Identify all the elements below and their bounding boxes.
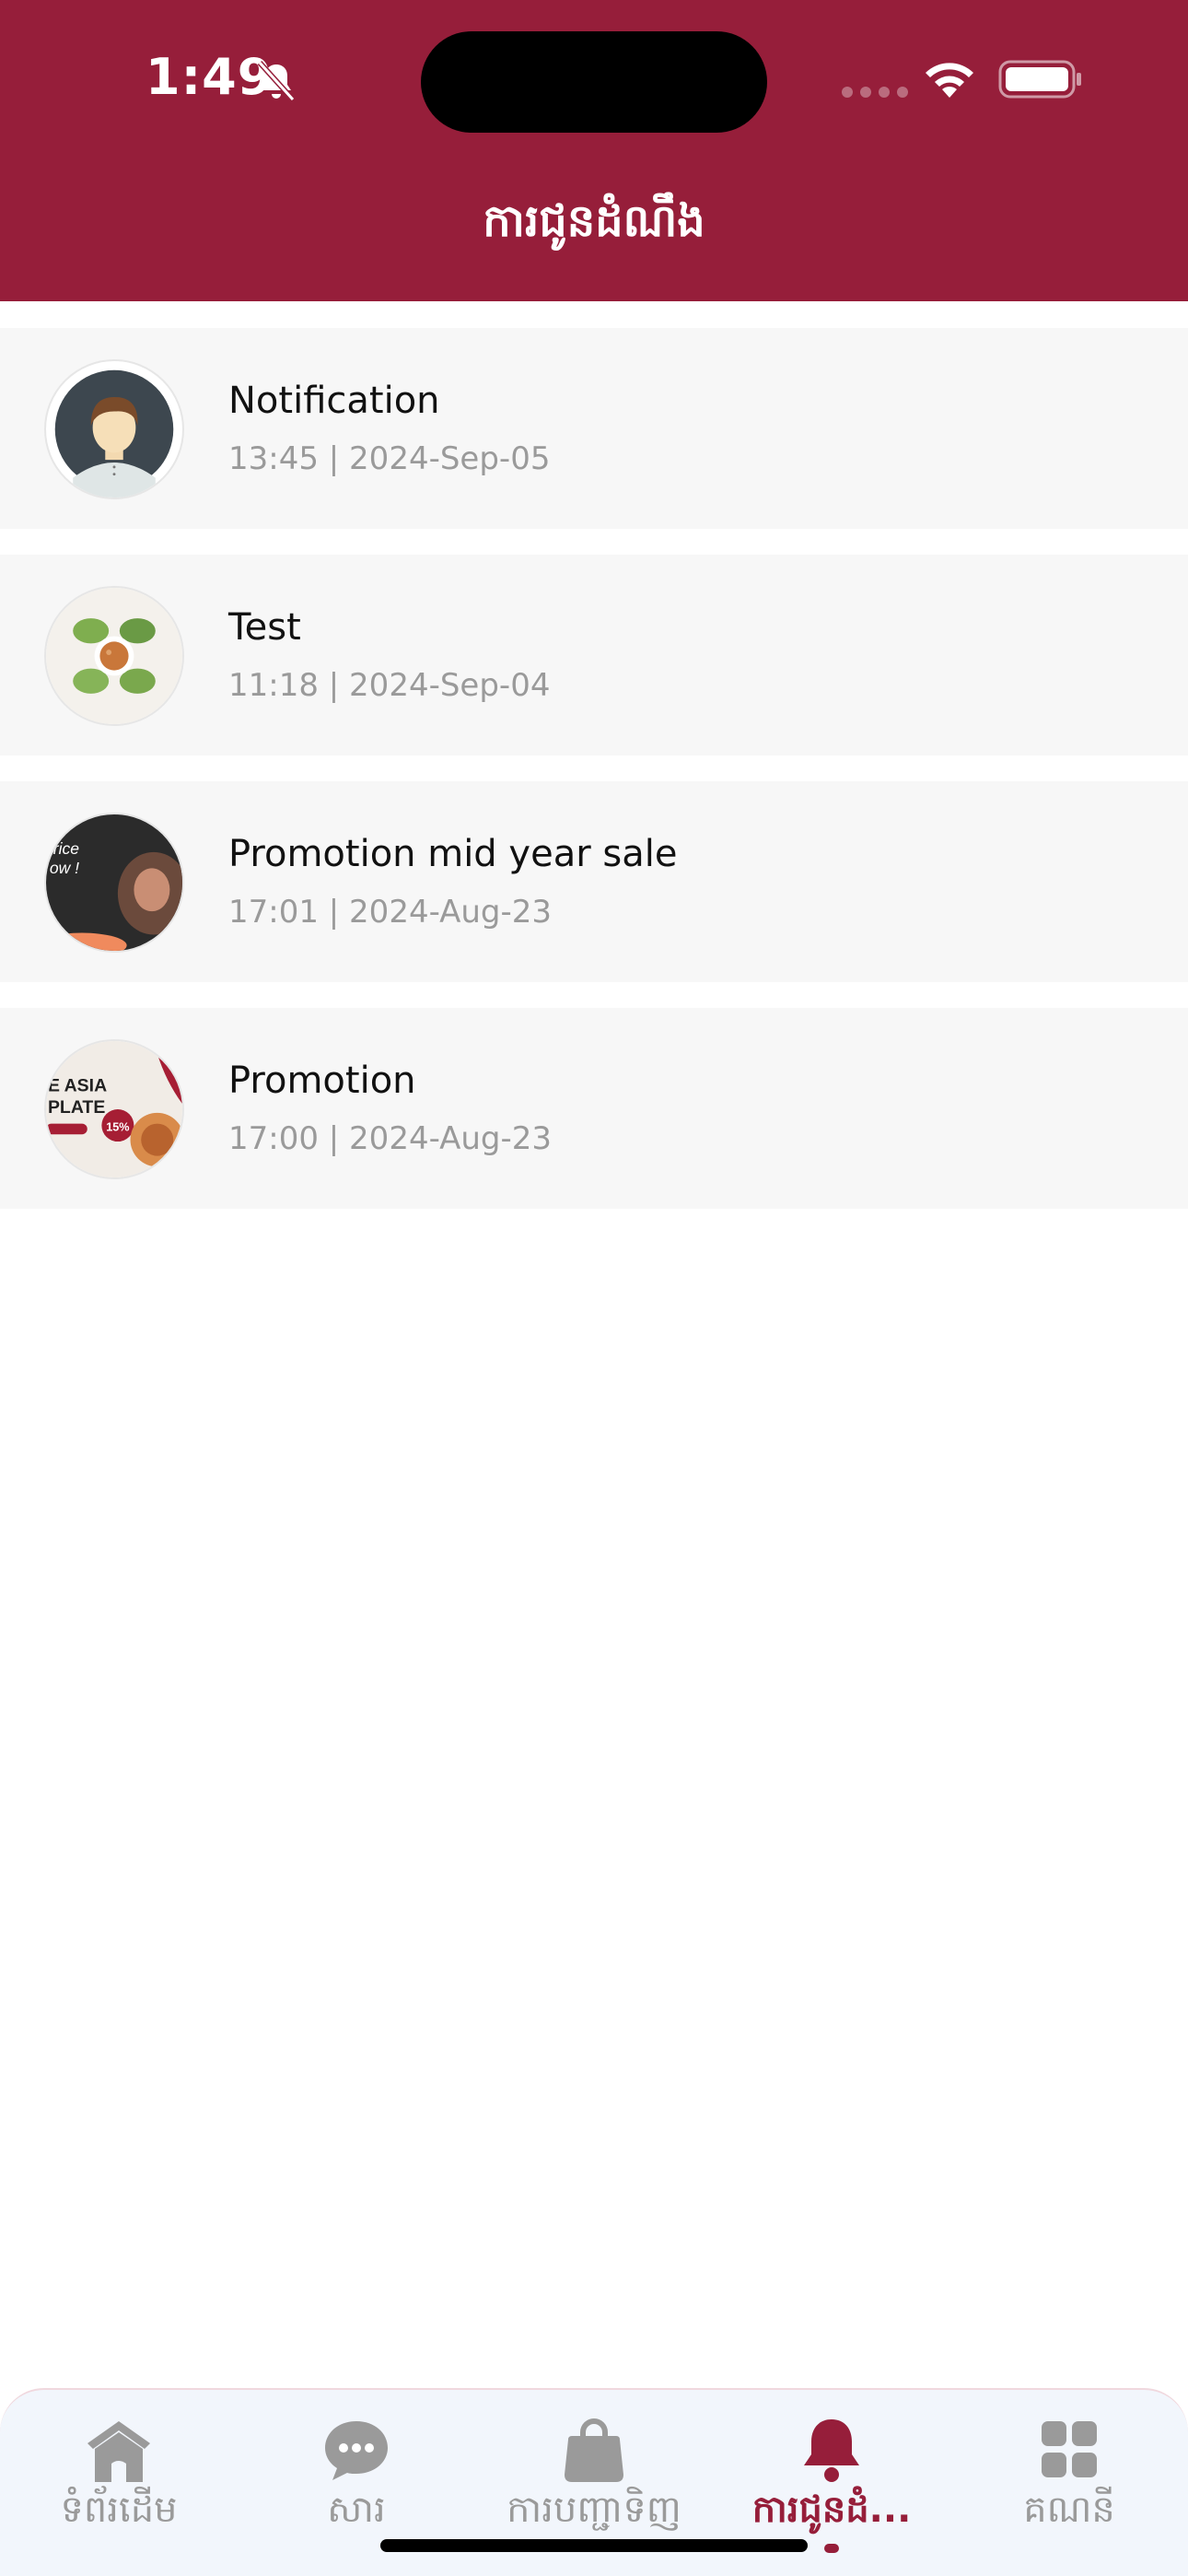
battery-icon [998,60,1081,99]
promo-plate-image: E ASIA PLATE 15% [44,1039,184,1179]
promo-image: rice ow ! [44,813,184,953]
bag-icon [565,2418,623,2482]
notification-title: Promotion mid year sale [228,833,678,875]
wifi-icon [926,63,973,98]
promo-thumb-text: 15% [106,1120,129,1133]
page-title: ការជូនដំណឹង [483,195,705,247]
promo-thumb-text: rice [53,839,79,858]
promo-thumb-text: E ASIA [48,1076,107,1096]
tab-messages[interactable]: សារ [250,2418,462,2540]
notification-item[interactable]: Notification 13:45 | 2024-Sep-05 [0,328,1188,529]
dynamic-island [421,31,767,133]
grid-icon [1042,2421,1097,2477]
food-plate-image [44,586,184,726]
notification-list: Notification 13:45 | 2024-Sep-05 Test 11… [0,328,1188,1235]
notification-timestamp: 17:00 | 2024-Aug-23 [228,1120,553,1157]
tab-label: គណនី [1023,2488,1115,2531]
active-tab-indicator [824,2544,839,2553]
bell-icon [804,2419,859,2482]
tab-orders[interactable]: ការបញ្ជាទិញ [488,2418,700,2540]
notification-item[interactable]: rice ow ! Promotion mid year sale 17:01 … [0,781,1188,982]
tab-account[interactable]: គណនី [963,2418,1175,2540]
notification-timestamp: 13:45 | 2024-Sep-05 [228,440,551,477]
notification-title: Notification [228,380,440,422]
home-icon [87,2421,150,2482]
chat-icon [325,2421,388,2480]
bell-muted-icon [257,60,296,102]
app-header: 1:49 ការជូនដំណឹង [0,0,1188,301]
home-indicator [380,2539,808,2552]
notification-title: Promotion [228,1060,416,1102]
tab-label: ការជូនដំ... [751,2488,912,2531]
cellular-signal-icon [842,87,908,98]
notification-title: Test [228,606,301,649]
promo-thumb-text: ow ! [50,859,79,877]
tab-label: ទំព័រដើម [60,2488,178,2531]
tab-notifications[interactable]: ការជូនដំ... [726,2418,938,2553]
tab-label: សារ [327,2488,386,2531]
notification-timestamp: 11:18 | 2024-Sep-04 [228,667,551,704]
person-avatar [44,359,184,499]
tab-home[interactable]: ទំព័រដើម [13,2418,225,2540]
tab-label: ការបញ្ជាទិញ [507,2488,681,2531]
notification-timestamp: 17:01 | 2024-Aug-23 [228,894,553,931]
promo-thumb-text: PLATE [48,1097,105,1118]
notification-item[interactable]: Test 11:18 | 2024-Sep-04 [0,555,1188,755]
notification-item[interactable]: E ASIA PLATE 15% Promotion 17:00 | 2024-… [0,1008,1188,1209]
